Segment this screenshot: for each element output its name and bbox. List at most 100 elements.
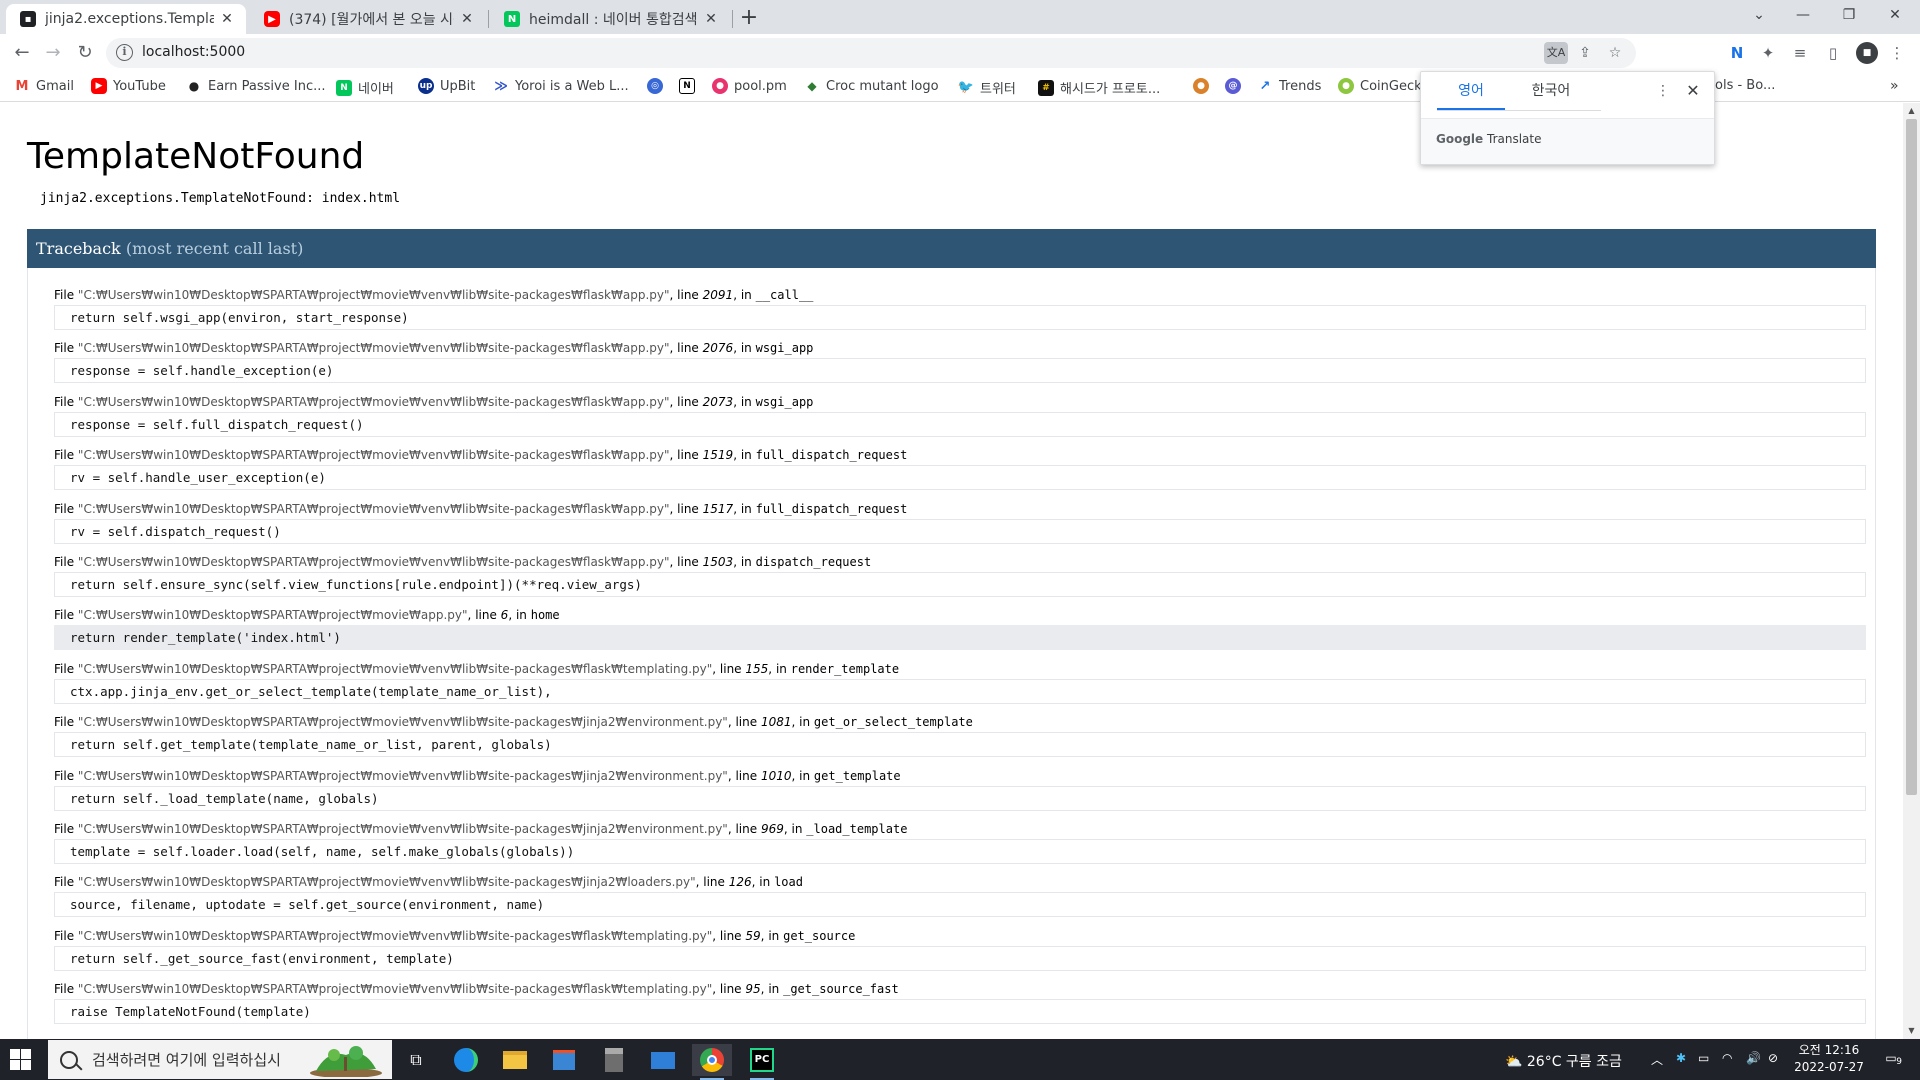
translate-options-icon[interactable]: ⋮ bbox=[1653, 82, 1673, 100]
bookmark-tools[interactable]: ols - Bo... bbox=[1715, 78, 1775, 93]
notification-center-icon[interactable]: ▭ 9 bbox=[1880, 1048, 1902, 1070]
frame-filename: "C:₩Users₩win10₩Desktop₩SPARTA₩project₩m… bbox=[77, 928, 713, 943]
file-explorer-icon[interactable] bbox=[495, 1044, 535, 1076]
site-info-icon[interactable]: i bbox=[116, 44, 133, 61]
media-control-icon[interactable]: ≡ bbox=[1789, 42, 1811, 64]
chrome-icon[interactable] bbox=[692, 1044, 732, 1080]
share-icon[interactable]: ⇪ bbox=[1573, 42, 1597, 64]
forward-button[interactable]: → bbox=[40, 40, 66, 66]
frame-source-line[interactable]: source, filename, uptodate = self.get_so… bbox=[54, 892, 1866, 918]
bookmark-star-icon[interactable]: ☆ bbox=[1603, 42, 1627, 64]
frame-location: File "C:₩Users₩win10₩Desktop₩SPARTA₩proj… bbox=[54, 928, 856, 943]
bookmark-upbit[interactable]: up UpBit bbox=[418, 78, 475, 94]
page-scrollbar[interactable]: ▲ ▼ bbox=[1903, 103, 1920, 1039]
mail-icon[interactable] bbox=[643, 1044, 683, 1076]
frame-source-line[interactable]: template = self.loader.load(self, name, … bbox=[54, 838, 1866, 864]
frame-function: get_source bbox=[783, 928, 856, 943]
minimize-button[interactable]: — bbox=[1780, 0, 1826, 32]
bookmark-croc[interactable]: ◆ Croc mutant logo bbox=[804, 78, 938, 94]
bookmark-notion[interactable]: N bbox=[679, 78, 701, 94]
microsoft-store-icon[interactable] bbox=[544, 1044, 584, 1076]
back-button[interactable]: ← bbox=[9, 40, 35, 66]
bookmark-label: ols - Bo... bbox=[1715, 78, 1776, 93]
scroll-down-arrow-icon[interactable]: ▼ bbox=[1903, 1023, 1920, 1039]
bookmark-icon-only-2[interactable]: ● bbox=[1193, 78, 1215, 94]
tab-close-icon[interactable]: ✕ bbox=[702, 11, 720, 27]
frame-line-label: line bbox=[677, 501, 699, 516]
translate-tab-target[interactable]: 한국어 bbox=[1511, 72, 1591, 110]
tab-search-icon[interactable]: ⌄ bbox=[1736, 0, 1782, 32]
address-bar[interactable]: i localhost:5000 文A ⇪ ☆ bbox=[106, 38, 1636, 68]
restore-button[interactable]: ❐ bbox=[1826, 0, 1872, 32]
tray-overflow-chevron-icon[interactable]: ︿ bbox=[1651, 1051, 1663, 1068]
bookmark-icon-only-3[interactable]: @ bbox=[1225, 78, 1247, 94]
frame-source-line[interactable]: response = self.handle_exception(e) bbox=[54, 358, 1866, 384]
bookmark-twitter[interactable]: 🐦 트위터 bbox=[958, 78, 1016, 97]
tab-naver-search[interactable]: N heimdall : 네이버 통합검색 ✕ bbox=[490, 4, 730, 34]
bookmark-poolpm[interactable]: ● pool.pm bbox=[712, 78, 787, 94]
taskbar-search-box[interactable]: 검색하려면 여기에 입력하십시 bbox=[48, 1040, 392, 1079]
bookmark-naver[interactable]: N 네이버 bbox=[336, 78, 394, 97]
frame-filename: "C:₩Users₩win10₩Desktop₩SPARTA₩project₩m… bbox=[77, 982, 713, 997]
frame-source-line[interactable]: ctx.app.jinja_env.get_or_select_template… bbox=[54, 678, 1866, 704]
extensions-puzzle-icon[interactable]: ✦ bbox=[1757, 42, 1779, 64]
frame-location: File "C:₩Users₩win10₩Desktop₩SPARTA₩proj… bbox=[54, 875, 803, 890]
traceback-frame: File "C:₩Users₩win10₩Desktop₩SPARTA₩proj… bbox=[54, 552, 1866, 605]
start-button[interactable] bbox=[10, 1049, 32, 1071]
system-clock[interactable]: 오전 12:16 2022-07-27 bbox=[1792, 1042, 1866, 1076]
menu-kebab-icon[interactable]: ⋮ bbox=[1886, 42, 1908, 64]
frame-source-line[interactable]: rv = self.dispatch_request() bbox=[54, 518, 1866, 544]
frame-source-line[interactable]: return self._get_source_fast(environment… bbox=[54, 945, 1866, 971]
frame-source-line[interactable]: response = self.full_dispatch_request() bbox=[54, 411, 1866, 437]
weather-widget[interactable]: ⛅ 26°C 구름 조금 bbox=[1505, 1051, 1622, 1071]
bookmark-earn-passive[interactable]: ● Earn Passive Inc... bbox=[186, 78, 326, 94]
bookmarks-overflow-icon[interactable]: » bbox=[1890, 78, 1899, 94]
scrollbar-thumb[interactable] bbox=[1906, 119, 1917, 795]
bookmark-coingecko[interactable]: ● CoinGeck bbox=[1338, 78, 1422, 94]
frame-location: File "C:₩Users₩win10₩Desktop₩SPARTA₩proj… bbox=[54, 554, 872, 569]
side-panel-icon[interactable]: ▯ bbox=[1822, 42, 1844, 64]
trends-icon: ↗ bbox=[1259, 78, 1271, 94]
bookmark-icon-only-1[interactable]: ◎ bbox=[647, 78, 669, 94]
frame-line-label: line bbox=[719, 661, 742, 676]
ime-off-icon[interactable]: ⊘ bbox=[1768, 1051, 1778, 1065]
tab-close-icon[interactable]: ✕ bbox=[218, 11, 236, 27]
extension-n-icon[interactable]: N bbox=[1726, 42, 1748, 64]
volume-icon[interactable]: 🔊 bbox=[1746, 1051, 1761, 1065]
frame-source-line[interactable]: return self.wsgi_app(environ, start_resp… bbox=[54, 305, 1866, 330]
frame-filename: "C:₩Users₩win10₩Desktop₩SPARTA₩project₩m… bbox=[77, 875, 696, 890]
edge-browser-icon[interactable] bbox=[446, 1044, 486, 1076]
bookmark-yoroi[interactable]: ≫ Yoroi is a Web L... bbox=[493, 78, 628, 94]
bookmark-hashed[interactable]: # 해시드가 프로토... bbox=[1038, 78, 1160, 97]
reload-button[interactable]: ↻ bbox=[72, 40, 98, 66]
frame-source-line[interactable]: return self._load_template(name, globals… bbox=[54, 785, 1866, 811]
frame-source-line[interactable]: return render_template('index.html') bbox=[54, 625, 1866, 651]
bookmark-youtube[interactable]: ▶ YouTube bbox=[91, 78, 166, 94]
scroll-up-arrow-icon[interactable]: ▲ bbox=[1903, 103, 1920, 119]
task-view-icon[interactable]: ⧉ bbox=[396, 1044, 436, 1076]
calculator-icon[interactable] bbox=[594, 1044, 634, 1076]
frame-line-label: line bbox=[677, 554, 699, 569]
translate-tab-source[interactable]: 영어 bbox=[1437, 72, 1505, 110]
url-text[interactable]: localhost:5000 bbox=[142, 44, 245, 60]
tab-youtube[interactable]: ▶ (374) [월가에서 본 오늘 시장] ✕ bbox=[250, 4, 486, 34]
frame-source-line[interactable]: raise TemplateNotFound(template) bbox=[54, 999, 1866, 1025]
close-window-button[interactable]: ✕ bbox=[1872, 0, 1918, 32]
new-tab-button[interactable]: + bbox=[736, 6, 762, 32]
bluetooth-icon[interactable]: ✱ bbox=[1676, 1051, 1686, 1065]
frame-source-line[interactable]: rv = self.handle_user_exception(e) bbox=[54, 465, 1866, 491]
wifi-icon[interactable]: ◠ bbox=[1722, 1051, 1732, 1065]
frame-file-label: File bbox=[54, 875, 75, 890]
battery-icon[interactable]: ▭ bbox=[1698, 1051, 1709, 1065]
bookmark-gmail[interactable]: M Gmail bbox=[14, 78, 74, 94]
translate-close-icon[interactable]: ✕ bbox=[1683, 82, 1703, 100]
frame-source-line[interactable]: return self.get_template(template_name_o… bbox=[54, 732, 1866, 758]
tab-close-icon[interactable]: ✕ bbox=[458, 11, 476, 27]
pycharm-icon[interactable]: PC bbox=[742, 1044, 782, 1080]
tab-jinja-error[interactable]: ▪ jinja2.exceptions.TemplateNotFound ✕ bbox=[6, 4, 246, 34]
translate-icon[interactable]: 文A bbox=[1544, 42, 1568, 64]
profile-avatar[interactable]: ■ bbox=[1856, 42, 1878, 64]
traceback-header: Traceback (most recent call last) bbox=[27, 229, 1876, 268]
frame-source-line[interactable]: return self.ensure_sync(self.view_functi… bbox=[54, 571, 1866, 597]
bookmark-trends[interactable]: ↗ Trends bbox=[1257, 78, 1322, 94]
